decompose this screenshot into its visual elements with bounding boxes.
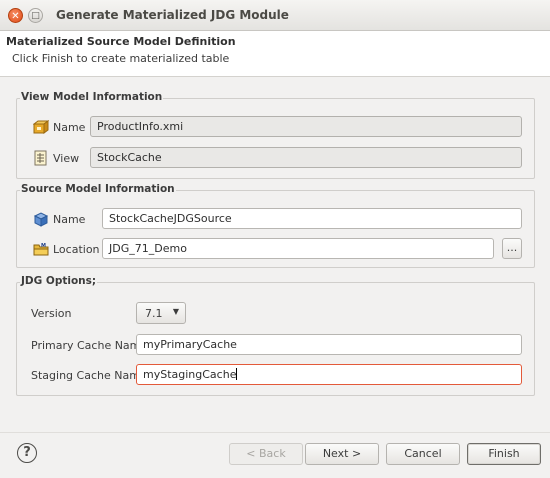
view-model-group-title: View Model Information: [20, 91, 164, 103]
help-button[interactable]: ?: [17, 443, 37, 463]
source-model-name-label: Name: [53, 213, 86, 226]
view-model-view-field: StockCache: [90, 147, 522, 168]
source-model-location-input[interactable]: JDG_71_Demo: [102, 238, 494, 259]
version-label: Version: [31, 307, 72, 320]
source-model-location-label: Location: [53, 243, 100, 256]
jdg-options-group-title: JDG Options;: [20, 275, 98, 287]
window-titlebar: ✕ □ Generate Materialized JDG Module: [0, 0, 550, 31]
window-title: Generate Materialized JDG Module: [56, 8, 289, 22]
finish-button[interactable]: Finish: [467, 443, 541, 465]
view-model-view-label: View: [53, 152, 80, 165]
primary-cache-label: Primary Cache Name: [31, 339, 148, 352]
browse-location-button[interactable]: ...: [502, 238, 522, 259]
back-button[interactable]: < Back: [229, 443, 303, 465]
next-button[interactable]: Next >: [305, 443, 379, 465]
jdg-options-group: JDG Options; Version 7.1 ▼ Primary Cache…: [16, 275, 535, 396]
view-table-icon: [34, 150, 47, 166]
wizard-page-message: Click Finish to create materialized tabl…: [12, 52, 230, 65]
wizard-header: Materialized Source Model Definition Cli…: [0, 31, 550, 77]
view-model-name-field: ProductInfo.xmi: [90, 116, 522, 137]
footer-separator: [0, 432, 550, 433]
chevron-down-icon: ▼: [172, 307, 179, 316]
version-dropdown[interactable]: 7.1 ▼: [136, 302, 186, 324]
source-model-cube-icon: [33, 212, 49, 227]
primary-cache-input[interactable]: myPrimaryCache: [136, 334, 522, 355]
svg-text:M: M: [41, 243, 46, 249]
window-close-button[interactable]: ✕: [8, 8, 23, 23]
window-maximize-button[interactable]: □: [28, 8, 43, 23]
folder-location-icon: M: [33, 243, 49, 256]
source-model-group-title: Source Model Information: [20, 183, 176, 195]
staging-cache-label: Staging Cache Name: [31, 369, 147, 382]
wizard-page-title: Materialized Source Model Definition: [6, 35, 236, 48]
view-model-group: View Model Information Name ProductInfo.…: [16, 91, 535, 179]
view-model-name-label: Name: [53, 121, 86, 134]
version-dropdown-value: 7.1: [145, 307, 163, 320]
staging-cache-value: myStagingCache: [143, 368, 237, 381]
model-package-icon: [33, 120, 49, 134]
source-model-name-input[interactable]: StockCacheJDGSource: [102, 208, 522, 229]
text-cursor: [236, 368, 238, 380]
cancel-button[interactable]: Cancel: [386, 443, 460, 465]
staging-cache-input[interactable]: myStagingCache: [136, 364, 522, 385]
source-model-group: Source Model Information Name StockCache…: [16, 183, 535, 268]
